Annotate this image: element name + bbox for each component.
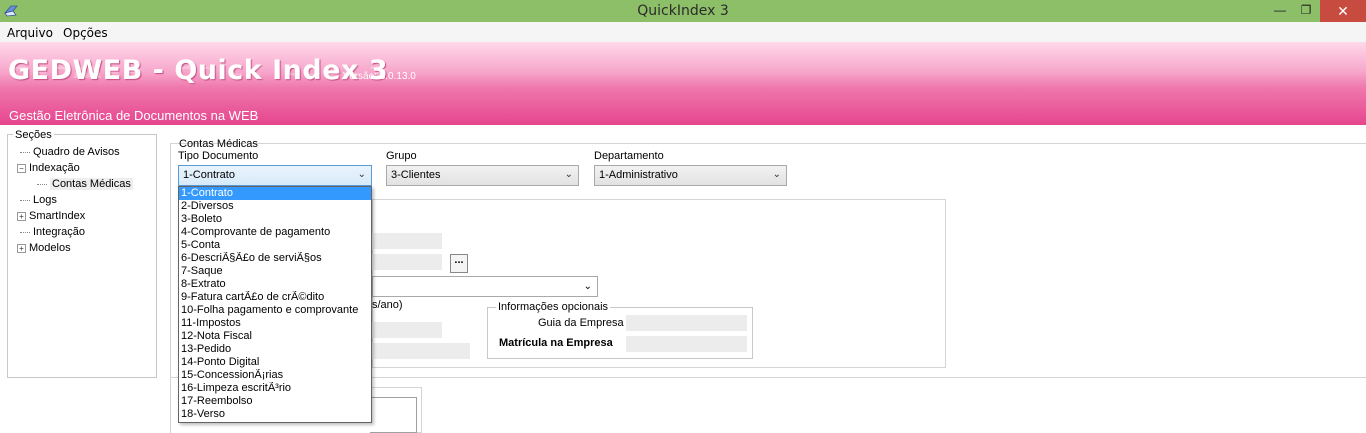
dropdown-option[interactable]: 11-Impostos <box>179 317 371 330</box>
sidebar-item-label: SmartIndex <box>29 210 86 222</box>
guia-empresa-field[interactable] <box>626 315 747 331</box>
menu-bar: Arquivo Opções <box>0 22 1366 42</box>
version-info: Versão: 3.0.13.0 <box>343 71 416 82</box>
sidebar-item-label: Indexação <box>29 162 80 174</box>
menu-opcoes[interactable]: Opções <box>63 26 108 40</box>
expand-icon[interactable]: + <box>17 211 26 221</box>
version-number: 3.0.13.0 <box>379 71 416 82</box>
window-titlebar: QuickIndex 3 — ❐ ✕ <box>0 0 1366 22</box>
expand-icon[interactable]: + <box>17 243 26 253</box>
dropdown-option[interactable]: 2-Diversos <box>179 200 371 213</box>
collapse-icon[interactable]: − <box>17 163 26 173</box>
dropdown-option[interactable]: 4-Comprovante de pagamento <box>179 226 371 239</box>
optional-info-legend: Informações opcionais <box>496 301 611 313</box>
tipo-documento-label: Tipo Documento <box>178 150 259 162</box>
text-field[interactable] <box>372 343 470 359</box>
tipo-documento-value: 1-Contrato <box>183 169 235 181</box>
tree-connector <box>20 199 30 201</box>
dropdown-option[interactable]: 13-Pedido <box>179 343 371 356</box>
dropdown-option[interactable]: 18-Verso <box>179 408 371 421</box>
partial-label: s/ano) <box>372 299 403 311</box>
sidebar-item-label: Contas Médicas <box>50 178 133 190</box>
close-button[interactable]: ✕ <box>1320 0 1366 22</box>
maximize-button[interactable]: ❐ <box>1292 0 1320 22</box>
sidebar-item-label: Quadro de Avisos <box>33 146 120 158</box>
departamento-value: 1-Administrativo <box>599 169 678 181</box>
grupo-value: 3-Clientes <box>391 169 441 181</box>
sidebar-item-logs[interactable]: Logs <box>20 194 57 206</box>
lower-list-box[interactable] <box>370 397 417 433</box>
sidebar-item-label: Modelos <box>29 242 71 254</box>
tree-connector <box>20 151 30 153</box>
dropdown-option[interactable]: 9-Fatura cartÃ£o de crÃ©dito <box>179 291 371 304</box>
dropdown-option[interactable]: 16-Limpeza escritÃ³rio <box>179 382 371 395</box>
text-field[interactable] <box>372 322 442 338</box>
departamento-select[interactable]: 1-Administrativo ⌄ <box>594 165 787 186</box>
window-title: QuickIndex 3 <box>637 3 729 19</box>
matricula-empresa-label: Matrícula na Empresa <box>499 337 613 349</box>
chevron-down-icon: ⌄ <box>583 281 592 292</box>
dropdown-option[interactable]: 15-ConcessionÃ¡rias <box>179 369 371 382</box>
sidebar-item-quadro-de-avisos[interactable]: Quadro de Avisos <box>20 146 120 158</box>
group-title: Contas Médicas <box>179 138 258 150</box>
sidebar-item-label: Logs <box>33 194 57 206</box>
sections-legend: Seções <box>13 129 54 141</box>
matricula-empresa-field[interactable] <box>626 336 747 352</box>
chevron-down-icon: ⌄ <box>772 169 781 180</box>
dropdown-option[interactable]: 17-Reembolso <box>179 395 371 408</box>
menu-arquivo[interactable]: Arquivo <box>7 26 53 40</box>
dropdown-option[interactable]: 5-Conta <box>179 239 371 252</box>
browse-button[interactable]: ... <box>450 254 468 273</box>
guia-empresa-label: Guia da Empresa <box>538 317 624 329</box>
banner-subtitle: Gestão Eletrônica de Documentos na WEB <box>9 108 259 123</box>
sidebar-item-label: Integração <box>33 226 85 238</box>
sidebar-item-indexacao[interactable]: − Indexação <box>17 162 80 174</box>
dropdown-option[interactable]: 10-Folha pagamento e comprovante <box>179 304 371 317</box>
header-banner: GEDWEB - Quick Index 3 GEDWEB - Quick In… <box>0 42 1366 125</box>
combo-select[interactable]: ⌄ <box>372 276 598 297</box>
tipo-documento-dropdown-list[interactable]: 1-Contrato 2-Diversos 3-Boleto 4-Comprov… <box>178 186 372 423</box>
sidebar-item-contas-medicas[interactable]: Contas Médicas <box>37 178 133 190</box>
banner-title-reflection: GEDWEB - Quick Index 3 <box>8 62 389 81</box>
departamento-label: Departamento <box>594 150 664 162</box>
tree-connector <box>20 231 30 233</box>
grupo-label: Grupo <box>386 150 417 162</box>
tree-connector <box>37 183 47 185</box>
chevron-down-icon: ⌄ <box>357 169 366 180</box>
grupo-select[interactable]: 3-Clientes ⌄ <box>386 165 579 186</box>
dropdown-option[interactable]: 8-Extrato <box>179 278 371 291</box>
minimize-button[interactable]: — <box>1266 0 1294 22</box>
dropdown-option[interactable]: 3-Boleto <box>179 213 371 226</box>
text-field[interactable] <box>372 254 442 270</box>
text-field[interactable] <box>372 233 442 249</box>
chevron-down-icon: ⌄ <box>564 169 573 180</box>
sidebar-item-modelos[interactable]: + Modelos <box>17 242 71 254</box>
tipo-documento-select[interactable]: 1-Contrato ⌄ <box>178 165 372 186</box>
dropdown-option[interactable]: 7-Saque <box>179 265 371 278</box>
sidebar-item-smartindex[interactable]: + SmartIndex <box>17 210 85 222</box>
dropdown-option[interactable]: 1-Contrato <box>179 187 371 200</box>
version-label: Versão: <box>343 71 377 82</box>
dropdown-option[interactable]: 6-DescriÃ§Ã£o de serviÃ§os <box>179 252 371 265</box>
sidebar-item-integracao[interactable]: Integração <box>20 226 85 238</box>
dropdown-option[interactable]: 12-Nota Fiscal <box>179 330 371 343</box>
dropdown-option[interactable]: 14-Ponto Digital <box>179 356 371 369</box>
